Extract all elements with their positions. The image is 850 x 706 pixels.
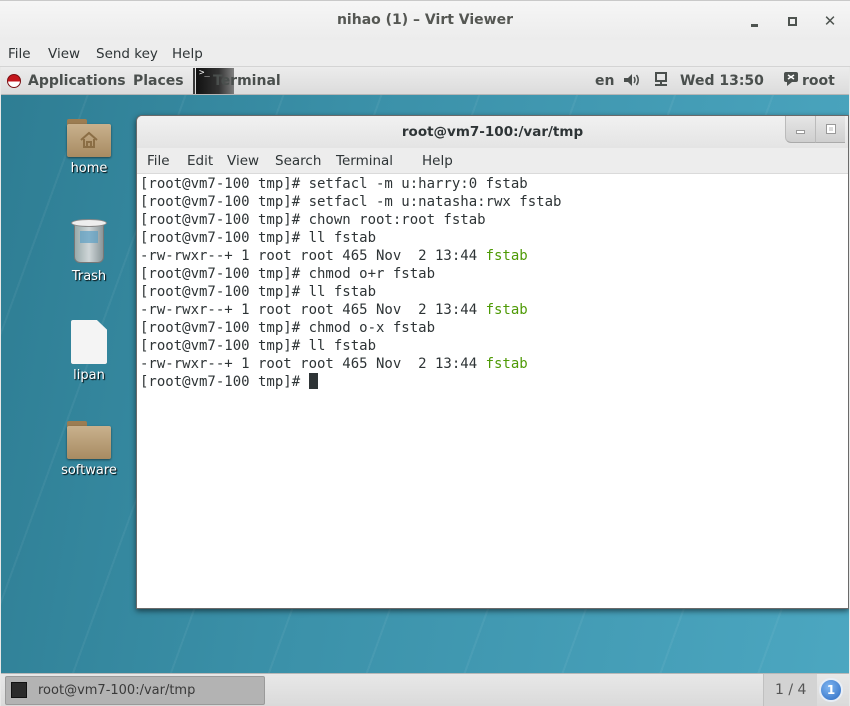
- maximize-icon: [787, 16, 797, 26]
- terminal-line: [root@vm7-100 tmp]# ll fstab: [140, 284, 377, 300]
- terminal-menu-search[interactable]: Search: [275, 153, 321, 169]
- guest-bottom-panel: root@vm7-100:/var/tmp 1 / 4 1: [1, 673, 849, 706]
- maximize-icon: [826, 125, 835, 133]
- window-title: nihao (1) – Virt Viewer: [336, 12, 514, 28]
- menu-send-key[interactable]: Send key: [96, 46, 158, 62]
- applications-menu[interactable]: Applications: [28, 73, 126, 89]
- desktop-icon-label: lipan: [73, 368, 105, 383]
- menu-view[interactable]: View: [48, 46, 80, 62]
- filename-highlight: fstab: [485, 248, 528, 264]
- terminal-menu-view[interactable]: View: [227, 153, 259, 169]
- terminal-line: [root@vm7-100 tmp]# setfacl -m u:natasha…: [140, 194, 562, 210]
- terminal-title: root@vm7-100:/var/tmp: [401, 124, 584, 140]
- terminal-icon: >_: [199, 68, 210, 78]
- terminal-menu-edit[interactable]: Edit: [187, 153, 213, 169]
- terminal-menu-file[interactable]: File: [147, 153, 170, 169]
- maximize-button[interactable]: [782, 11, 802, 31]
- terminal-menu-terminal[interactable]: Terminal: [336, 153, 393, 169]
- panel-separator: [193, 68, 195, 94]
- network-icon[interactable]: [653, 72, 669, 88]
- filename-highlight: fstab: [485, 302, 528, 318]
- clock[interactable]: Wed 13:50: [680, 73, 764, 89]
- terminal-icon: [11, 682, 27, 698]
- minimize-button[interactable]: [744, 11, 764, 31]
- home-folder-icon: [67, 119, 111, 157]
- user-icon[interactable]: [784, 72, 798, 86]
- active-app-label[interactable]: Terminal: [213, 73, 281, 89]
- terminal-maximize-button[interactable]: [815, 116, 845, 143]
- terminal-output[interactable]: [root@vm7-100 tmp]# setfacl -m u:harry:0…: [140, 175, 848, 608]
- folder-icon: [67, 421, 111, 459]
- terminal-line: [root@vm7-100 tmp]# ll fstab: [140, 338, 377, 354]
- terminal-line: [root@vm7-100 tmp]# chown root:root fsta…: [140, 212, 486, 228]
- terminal-line: [root@vm7-100 tmp]# ll fstab: [140, 230, 377, 246]
- redhat-icon: [7, 74, 21, 88]
- desktop-icon-label: software: [61, 463, 117, 478]
- minimize-icon: [750, 23, 758, 27]
- terminal-titlebar[interactable]: root@vm7-100:/var/tmp: [137, 116, 848, 148]
- viewer-menubar: File View Send key Help: [0, 40, 850, 67]
- taskbar-item-label: root@vm7-100:/var/tmp: [38, 683, 196, 698]
- terminal-menu-help[interactable]: Help: [422, 153, 453, 169]
- desktop-icon-label: Trash: [71, 269, 107, 284]
- terminal-minimize-button[interactable]: [785, 116, 815, 143]
- terminal-cursor: [308, 373, 318, 389]
- terminal-line: -rw-rwxr--+ 1 root root 465 Nov 2 13:44 …: [140, 356, 528, 372]
- close-icon: ✕: [823, 11, 837, 30]
- trash-icon: [71, 219, 107, 265]
- terminal-menubar: File Edit View Search Terminal Help: [137, 148, 848, 174]
- terminal-line: -rw-rwxr--+ 1 root root 465 Nov 2 13:44 …: [140, 302, 528, 318]
- desktop-icon-software[interactable]: software: [44, 421, 134, 478]
- filename-highlight: fstab: [485, 356, 528, 372]
- desktop-icon-home[interactable]: home: [44, 119, 134, 176]
- terminal-line: -rw-rwxr--+ 1 root root 465 Nov 2 13:44 …: [140, 248, 528, 264]
- menu-help[interactable]: Help: [172, 46, 203, 62]
- desktop-icon-label: home: [70, 161, 108, 176]
- guest-desktop[interactable]: Applications Places >_ Terminal en Wed 1…: [1, 67, 849, 706]
- minimize-icon: [797, 131, 804, 133]
- workspace-indicator: 1 / 4: [775, 682, 807, 698]
- menu-file[interactable]: File: [8, 46, 31, 62]
- workspace-switcher[interactable]: 1 / 4: [763, 674, 817, 706]
- volume-icon[interactable]: [623, 73, 641, 87]
- notification-badge[interactable]: 1: [819, 678, 843, 702]
- terminal-line: [root@vm7-100 tmp]# chmod o+r fstab: [140, 266, 436, 282]
- file-icon: [71, 320, 107, 364]
- terminal-line: [root@vm7-100 tmp]# setfacl -m u:harry:0…: [140, 176, 528, 192]
- terminal-window: root@vm7-100:/var/tmp File Edit View Sea…: [136, 115, 849, 609]
- user-menu[interactable]: root: [802, 73, 835, 89]
- close-button[interactable]: ✕: [820, 11, 840, 31]
- terminal-prompt-line[interactable]: [root@vm7-100 tmp]#: [140, 373, 848, 391]
- taskbar-terminal-window[interactable]: root@vm7-100:/var/tmp: [5, 676, 265, 705]
- places-menu[interactable]: Places: [133, 73, 184, 89]
- viewer-titlebar: nihao (1) – Virt Viewer ✕: [0, 0, 850, 40]
- terminal-line: [root@vm7-100 tmp]# chmod o-x fstab: [140, 320, 436, 336]
- input-language[interactable]: en: [595, 73, 614, 89]
- desktop-icon-trash[interactable]: Trash: [44, 219, 134, 284]
- guest-top-panel: Applications Places >_ Terminal en Wed 1…: [1, 67, 849, 95]
- desktop-icon-lipan[interactable]: lipan: [44, 320, 134, 383]
